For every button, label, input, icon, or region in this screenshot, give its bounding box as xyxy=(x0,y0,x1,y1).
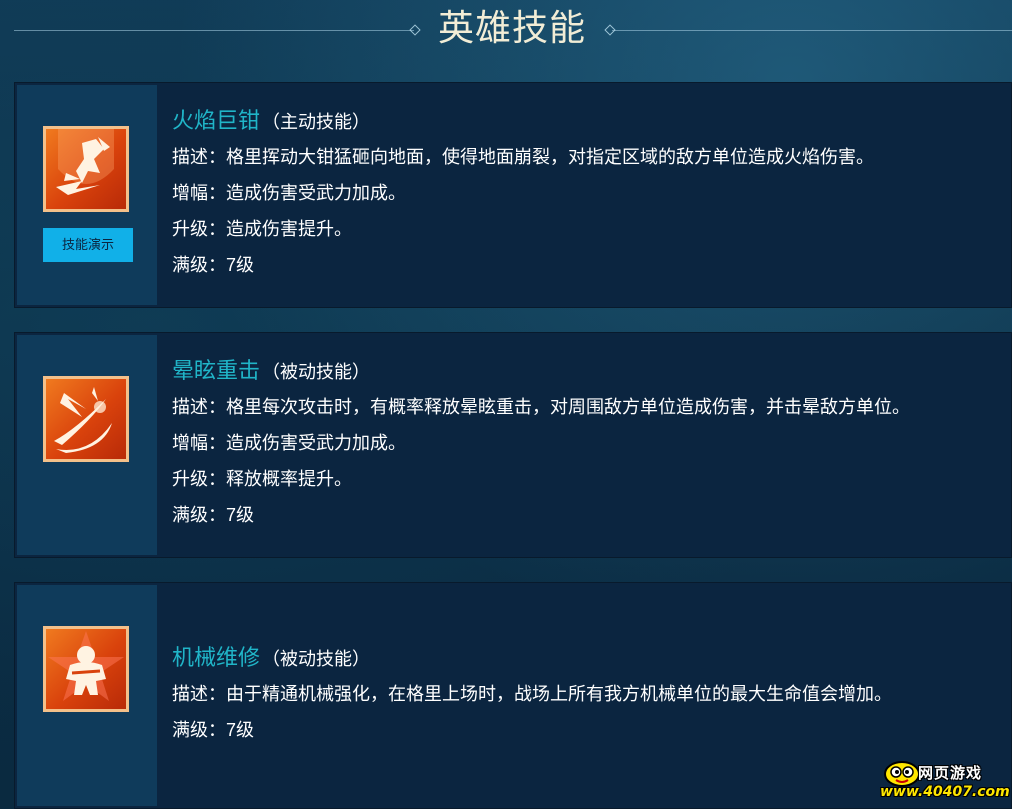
skill-icon-column: 技能演示 xyxy=(17,85,157,305)
title-divider-left xyxy=(14,30,414,31)
skill-max-level: 满级：7级 xyxy=(172,720,255,740)
skill-name: 机械维修 xyxy=(172,645,261,670)
watermark-url: www.40407.com xyxy=(880,784,1010,800)
stun-strike-icon[interactable] xyxy=(43,376,129,462)
mech-repair-icon[interactable] xyxy=(43,626,129,712)
skill-card-flame-pincer: 技能演示 火焰巨钳 （主动技能） 描述：格里挥动大钳猛砸向地面，使得地面崩裂，对指… xyxy=(14,82,1012,308)
skill-heading: 机械维修 （被动技能） xyxy=(172,640,1001,676)
skill-icon-column xyxy=(17,335,157,555)
skill-type: （主动技能） xyxy=(262,112,371,132)
section-header: 英雄技能 xyxy=(0,0,1012,60)
skill-text: 机械维修 （被动技能） 描述：由于精通机械强化，在格里上场时，战场上所有我方机械单… xyxy=(172,640,1001,748)
site-watermark: 网页游戏 www.40407.com xyxy=(878,760,1010,806)
skill-type: （被动技能） xyxy=(262,649,371,669)
skill-heading: 晕眩重击 （被动技能） xyxy=(172,353,1001,389)
flame-pincer-icon[interactable] xyxy=(43,126,129,212)
skill-upgrade: 升级：造成伤害提升。 xyxy=(172,219,352,239)
skill-description: 描述：格里每次攻击时，有概率释放晕眩重击，对周围敌方单位造成伤害，并击晕敌方单位… xyxy=(172,397,910,417)
skill-card-mech-repair: 机械维修 （被动技能） 描述：由于精通机械强化，在格里上场时，战场上所有我方机械单… xyxy=(14,582,1012,809)
title-divider-right xyxy=(612,30,1012,31)
skill-description: 描述：格里挥动大钳猛砸向地面，使得地面崩裂，对指定区域的敌方单位造成火焰伤害。 xyxy=(172,147,874,167)
skill-name: 晕眩重击 xyxy=(172,358,261,383)
skill-description: 描述：由于精通机械强化，在格里上场时，战场上所有我方机械单位的最大生命值会增加。 xyxy=(172,684,892,704)
watermark-title: 网页游戏 xyxy=(918,764,983,782)
skill-amplify: 增幅：造成伤害受武力加成。 xyxy=(172,433,406,453)
skill-icon-column xyxy=(17,585,157,806)
page-title: 英雄技能 xyxy=(437,8,586,49)
skill-max-level: 满级：7级 xyxy=(172,255,255,275)
skill-amplify: 增幅：造成伤害受武力加成。 xyxy=(172,183,406,203)
skill-heading: 火焰巨钳 （主动技能） xyxy=(172,103,1001,139)
skill-upgrade: 升级：释放概率提升。 xyxy=(172,469,352,489)
skill-demo-button[interactable]: 技能演示 xyxy=(43,228,133,262)
skill-type: （被动技能） xyxy=(262,362,371,382)
skill-text: 火焰巨钳 （主动技能） 描述：格里挥动大钳猛砸向地面，使得地面崩裂，对指定区域的敌… xyxy=(172,103,1001,283)
skill-max-level: 满级：7级 xyxy=(172,505,255,525)
skill-card-stun-strike: 晕眩重击 （被动技能） 描述：格里每次攻击时，有概率释放晕眩重击，对周围敌方单位造… xyxy=(14,332,1012,558)
skill-text: 晕眩重击 （被动技能） 描述：格里每次攻击时，有概率释放晕眩重击，对周围敌方单位造… xyxy=(172,353,1001,533)
skill-name: 火焰巨钳 xyxy=(172,108,261,133)
